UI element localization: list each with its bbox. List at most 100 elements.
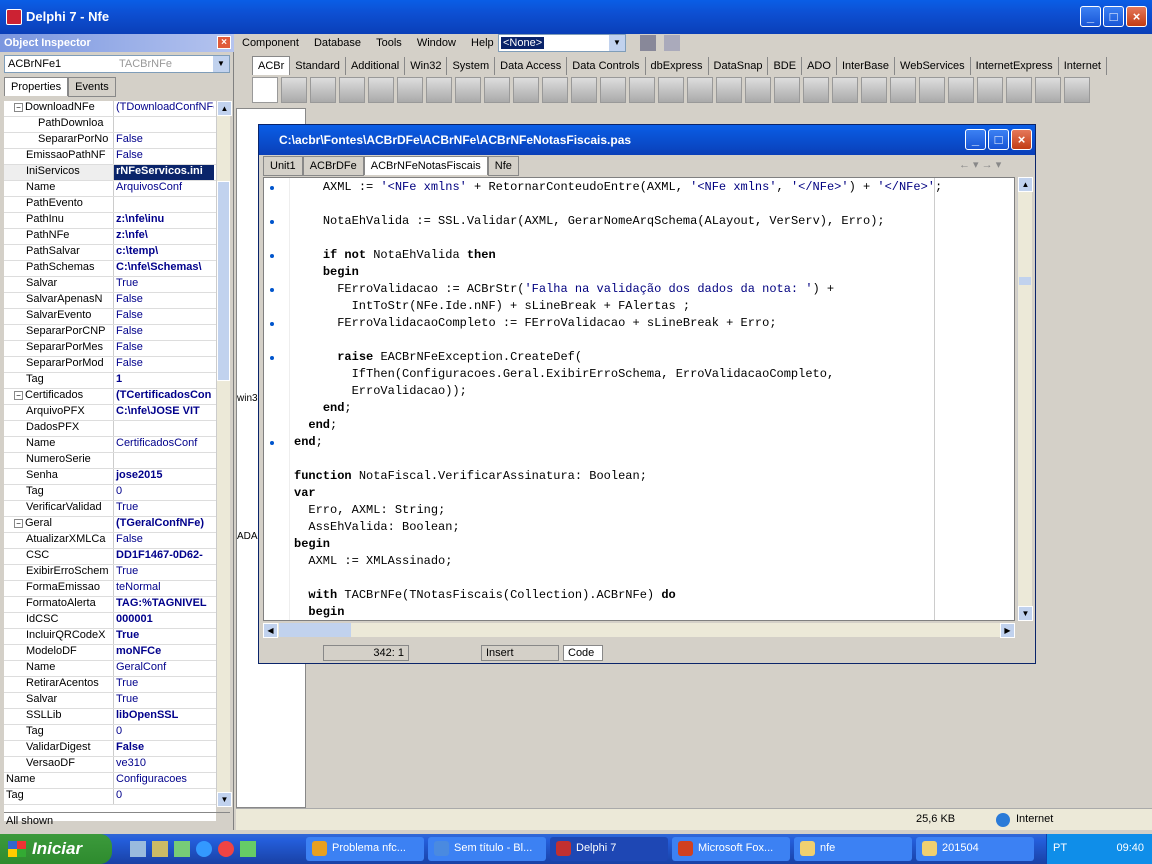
component-icon[interactable] bbox=[281, 77, 307, 103]
property-row[interactable]: SepararPorCNP False bbox=[4, 325, 216, 341]
property-row[interactable]: ExibirErroSchem True bbox=[4, 565, 216, 581]
language-indicator[interactable]: PT bbox=[1053, 842, 1067, 854]
tab-bde[interactable]: BDE bbox=[768, 57, 803, 75]
tab-acbrnfenotasfiscais[interactable]: ACBrNFeNotasFiscais bbox=[363, 156, 488, 175]
scroll-up-icon[interactable]: ▲ bbox=[1018, 177, 1033, 192]
component-icon[interactable] bbox=[426, 77, 452, 103]
toolbar-icon[interactable] bbox=[640, 35, 656, 51]
property-row[interactable]: DadosPFX bbox=[4, 421, 216, 437]
scroll-left-icon[interactable]: ◀ bbox=[263, 623, 278, 638]
property-row[interactable]: − Certificados (TCertificadosCon bbox=[4, 389, 216, 405]
code-line[interactable]: end; bbox=[294, 401, 352, 418]
scroll-thumb[interactable] bbox=[217, 181, 230, 381]
code-line[interactable]: end; bbox=[294, 418, 337, 435]
property-row[interactable]: CSC DD1F1467-0D62- bbox=[4, 549, 216, 565]
component-icon[interactable] bbox=[803, 77, 829, 103]
property-row[interactable]: EmissaoPathNF False bbox=[4, 149, 216, 165]
property-value[interactable]: TAG:%TAGNIVEL bbox=[114, 597, 214, 612]
property-value[interactable]: True bbox=[114, 277, 214, 292]
editor-hscroll[interactable]: ◀ ▶ bbox=[263, 623, 1015, 638]
tab-data-access[interactable]: Data Access bbox=[495, 57, 568, 75]
close-button[interactable]: × bbox=[1126, 6, 1147, 27]
taskbar-button[interactable]: Microsoft Fox... bbox=[672, 837, 790, 861]
tab-unit1[interactable]: Unit1 bbox=[263, 156, 303, 176]
collapse-icon[interactable]: − bbox=[14, 519, 23, 528]
code-line[interactable]: IfThen(Configuracoes.Geral.ExibirErroSch… bbox=[294, 367, 835, 384]
code-line[interactable]: IntToStr(NFe.Ide.nNF) + sLineBreak + FAl… bbox=[294, 299, 691, 316]
code-line[interactable]: FErroValidacao := ACBrStr('Falha na vali… bbox=[294, 282, 834, 299]
property-value[interactable]: 1 bbox=[114, 373, 214, 388]
property-value[interactable]: rNFeServicos.ini bbox=[114, 165, 214, 180]
property-value[interactable]: True bbox=[114, 677, 214, 692]
tab-dbexpress[interactable]: dbExpress bbox=[646, 57, 709, 75]
property-value[interactable]: False bbox=[114, 741, 214, 756]
property-value[interactable]: C:\nfe\Schemas\ bbox=[114, 261, 214, 276]
breakpoint-marker[interactable] bbox=[270, 356, 274, 360]
property-value[interactable]: C:\nfe\JOSE VIT bbox=[114, 405, 214, 420]
tab-data-controls[interactable]: Data Controls bbox=[567, 57, 646, 75]
property-value[interactable]: True bbox=[114, 629, 214, 644]
taskbar-button[interactable]: Problema nfc... bbox=[306, 837, 424, 861]
property-row[interactable]: Name GeralConf bbox=[4, 661, 216, 677]
breakpoint-marker[interactable] bbox=[270, 441, 274, 445]
property-row[interactable]: ArquivoPFX C:\nfe\JOSE VIT bbox=[4, 405, 216, 421]
property-row[interactable]: SepararPorNo False bbox=[4, 133, 216, 149]
tab-internetexpress[interactable]: InternetExpress bbox=[971, 57, 1059, 75]
code-line[interactable]: if not NotaEhValida then bbox=[294, 248, 496, 265]
minimize-button[interactable]: _ bbox=[1080, 6, 1101, 27]
component-icon[interactable] bbox=[600, 77, 626, 103]
property-value[interactable]: ArquivosConf bbox=[114, 181, 214, 196]
property-value[interactable]: False bbox=[114, 341, 214, 356]
inspector-scrollbar[interactable]: ▲ ▼ bbox=[216, 101, 232, 807]
close-icon[interactable]: × bbox=[217, 36, 231, 49]
property-row[interactable]: PathSchemas C:\nfe\Schemas\ bbox=[4, 261, 216, 277]
taskbar-button[interactable]: 201504 bbox=[916, 837, 1034, 861]
chevron-down-icon[interactable]: ▼ bbox=[609, 35, 625, 51]
component-icon[interactable] bbox=[629, 77, 655, 103]
quicklaunch-icon[interactable] bbox=[152, 841, 168, 857]
property-row[interactable]: Tag 0 bbox=[4, 789, 216, 805]
component-icon[interactable] bbox=[455, 77, 481, 103]
property-row[interactable]: ValidarDigest False bbox=[4, 741, 216, 757]
property-row[interactable]: Tag 0 bbox=[4, 725, 216, 741]
property-value[interactable] bbox=[114, 117, 214, 132]
maximize-button[interactable]: □ bbox=[1103, 6, 1124, 27]
property-value[interactable]: moNFCe bbox=[114, 645, 214, 660]
scroll-thumb[interactable] bbox=[1019, 277, 1031, 285]
tab-additional[interactable]: Additional bbox=[346, 57, 406, 75]
property-row[interactable]: Salvar True bbox=[4, 277, 216, 293]
menu-database[interactable]: Database bbox=[314, 37, 361, 49]
breakpoint-marker[interactable] bbox=[270, 288, 274, 292]
property-row[interactable]: SalvarApenasN False bbox=[4, 293, 216, 309]
taskbar-button[interactable]: Delphi 7 bbox=[550, 837, 668, 861]
property-value[interactable]: False bbox=[114, 293, 214, 308]
breakpoint-marker[interactable] bbox=[270, 322, 274, 326]
property-row[interactable]: Tag 1 bbox=[4, 373, 216, 389]
breakpoint-marker[interactable] bbox=[270, 254, 274, 258]
code-line[interactable]: AXML := '<NFe xmlns' + RetornarConteudoE… bbox=[294, 180, 942, 197]
property-row[interactable]: Salvar True bbox=[4, 693, 216, 709]
component-icon[interactable] bbox=[977, 77, 1003, 103]
property-value[interactable]: (TCertificadosCon bbox=[114, 389, 214, 404]
property-value[interactable]: False bbox=[114, 133, 214, 148]
property-row[interactable]: IniServicos rNFeServicos.ini bbox=[4, 165, 216, 181]
menu-help[interactable]: Help bbox=[471, 37, 494, 49]
tab-acbrdfe[interactable]: ACBrDFe bbox=[302, 156, 364, 176]
tab-win32[interactable]: Win32 bbox=[405, 57, 448, 75]
property-value[interactable]: 000001 bbox=[114, 613, 214, 628]
property-row[interactable]: IdCSC 000001 bbox=[4, 613, 216, 629]
property-value[interactable]: True bbox=[114, 693, 214, 708]
component-icon[interactable] bbox=[861, 77, 887, 103]
property-value[interactable] bbox=[114, 453, 214, 468]
tab-acbr[interactable]: ACBr bbox=[252, 56, 291, 75]
component-icon[interactable] bbox=[745, 77, 771, 103]
quicklaunch-icon[interactable] bbox=[130, 841, 146, 857]
property-row[interactable]: ModeloDF moNFCe bbox=[4, 645, 216, 661]
menu-component[interactable]: Component bbox=[242, 37, 299, 49]
property-value[interactable]: False bbox=[114, 357, 214, 372]
tab-nfe[interactable]: Nfe bbox=[487, 156, 519, 176]
property-row[interactable]: − DownloadNFe (TDownloadConfNFe bbox=[4, 101, 216, 117]
property-row[interactable]: PathSalvar c:\temp\ bbox=[4, 245, 216, 261]
component-icon[interactable] bbox=[832, 77, 858, 103]
taskbar-button[interactable]: nfe bbox=[794, 837, 912, 861]
